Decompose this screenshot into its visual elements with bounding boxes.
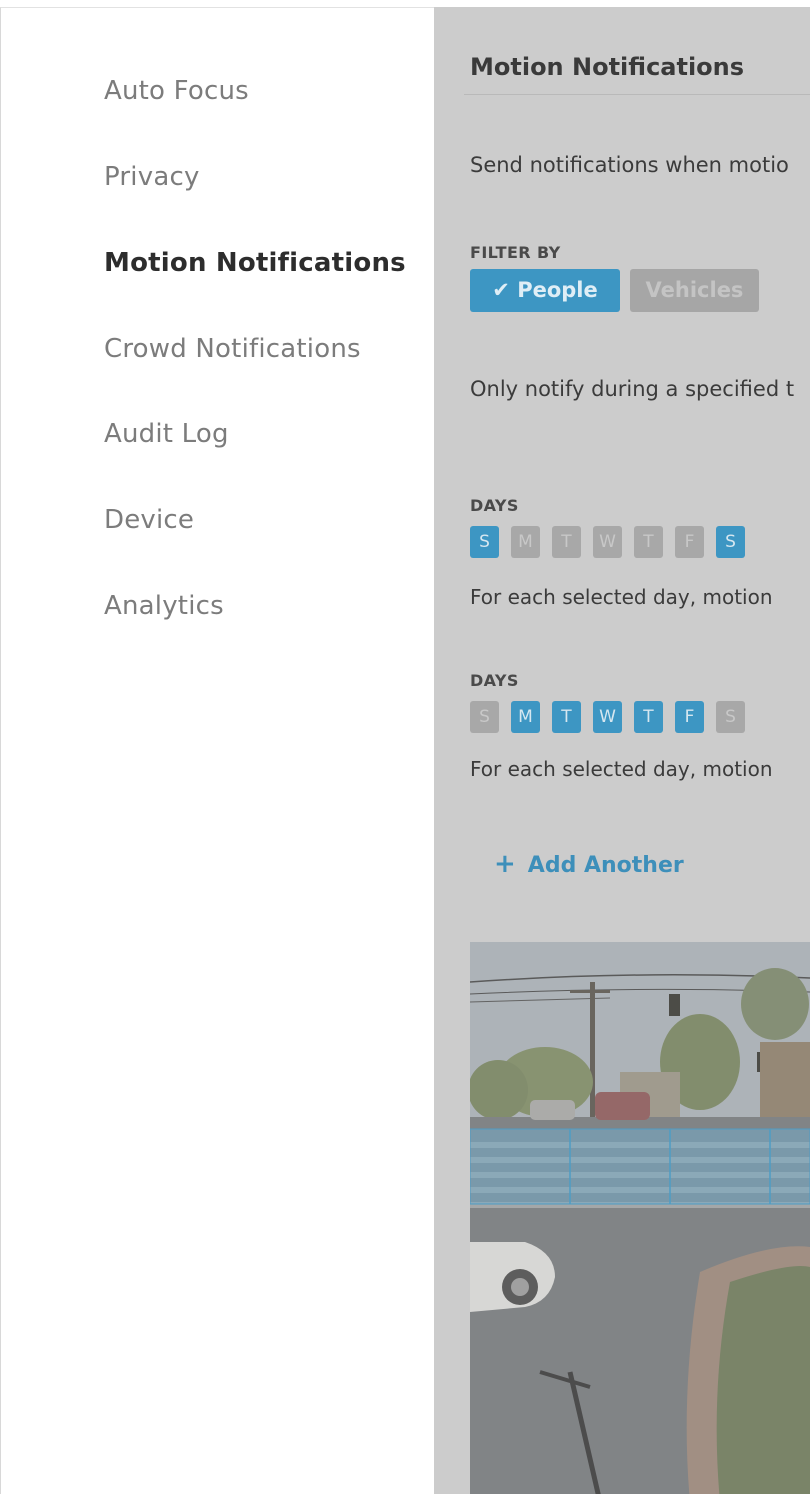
- camera-snapshot: [470, 942, 810, 1494]
- sidebar-item-device[interactable]: Device: [104, 505, 194, 535]
- add-another-button[interactable]: + Add Another: [494, 849, 684, 879]
- days-caption: DAYS: [470, 671, 519, 690]
- title-divider: [464, 94, 810, 95]
- sidebar-item-motion-notifications[interactable]: Motion Notifications: [104, 248, 406, 278]
- day-toggle-monday[interactable]: M: [511, 526, 540, 558]
- filter-people-label: People: [517, 278, 598, 302]
- day-toggle-sunday[interactable]: S: [470, 701, 499, 733]
- filter-vehicles-label: Vehicles: [645, 278, 744, 302]
- schedule-note: For each selected day, motion: [470, 757, 773, 781]
- day-toggle-thursday[interactable]: T: [634, 701, 663, 733]
- window-top-edge: [0, 0, 810, 7]
- filter-people-toggle[interactable]: ✔ People: [470, 269, 620, 312]
- settings-sidebar: Auto Focus Privacy Motion Notifications …: [0, 7, 434, 1494]
- day-toggle-friday[interactable]: F: [675, 701, 704, 733]
- page-title: Motion Notifications: [470, 53, 745, 81]
- day-toggle-tuesday[interactable]: T: [552, 526, 581, 558]
- day-toggle-monday[interactable]: M: [511, 701, 540, 733]
- camera-scene-image: [470, 942, 810, 1494]
- motion-notifications-panel: Motion Notifications Send notifications …: [434, 7, 810, 1494]
- sidebar-item-privacy[interactable]: Privacy: [104, 162, 200, 192]
- day-toggle-wednesday[interactable]: W: [593, 701, 622, 733]
- add-another-label: Add Another: [527, 853, 684, 878]
- day-toggle-tuesday[interactable]: T: [552, 701, 581, 733]
- motion-description: Send notifications when motio: [470, 153, 789, 177]
- day-toggle-thursday[interactable]: T: [634, 526, 663, 558]
- schedule-note: For each selected day, motion: [470, 585, 773, 609]
- sidebar-item-analytics[interactable]: Analytics: [104, 591, 224, 621]
- day-toggle-friday[interactable]: F: [675, 526, 704, 558]
- schedule-intro: Only notify during a specified t: [470, 377, 795, 401]
- day-toggle-saturday[interactable]: S: [716, 701, 745, 733]
- filter-by-caption: FILTER BY: [470, 243, 561, 262]
- day-toggle-saturday[interactable]: S: [716, 526, 745, 558]
- day-toggle-sunday[interactable]: S: [470, 526, 499, 558]
- day-toggle-wednesday[interactable]: W: [593, 526, 622, 558]
- sidebar-item-audit-log[interactable]: Audit Log: [104, 419, 229, 449]
- check-icon: ✔: [492, 278, 510, 302]
- days-caption: DAYS: [470, 496, 519, 515]
- sidebar-item-crowd-notifications[interactable]: Crowd Notifications: [104, 334, 361, 364]
- filter-vehicles-toggle[interactable]: Vehicles: [630, 269, 759, 312]
- plus-icon: +: [494, 849, 516, 879]
- sidebar-item-auto-focus[interactable]: Auto Focus: [104, 76, 249, 106]
